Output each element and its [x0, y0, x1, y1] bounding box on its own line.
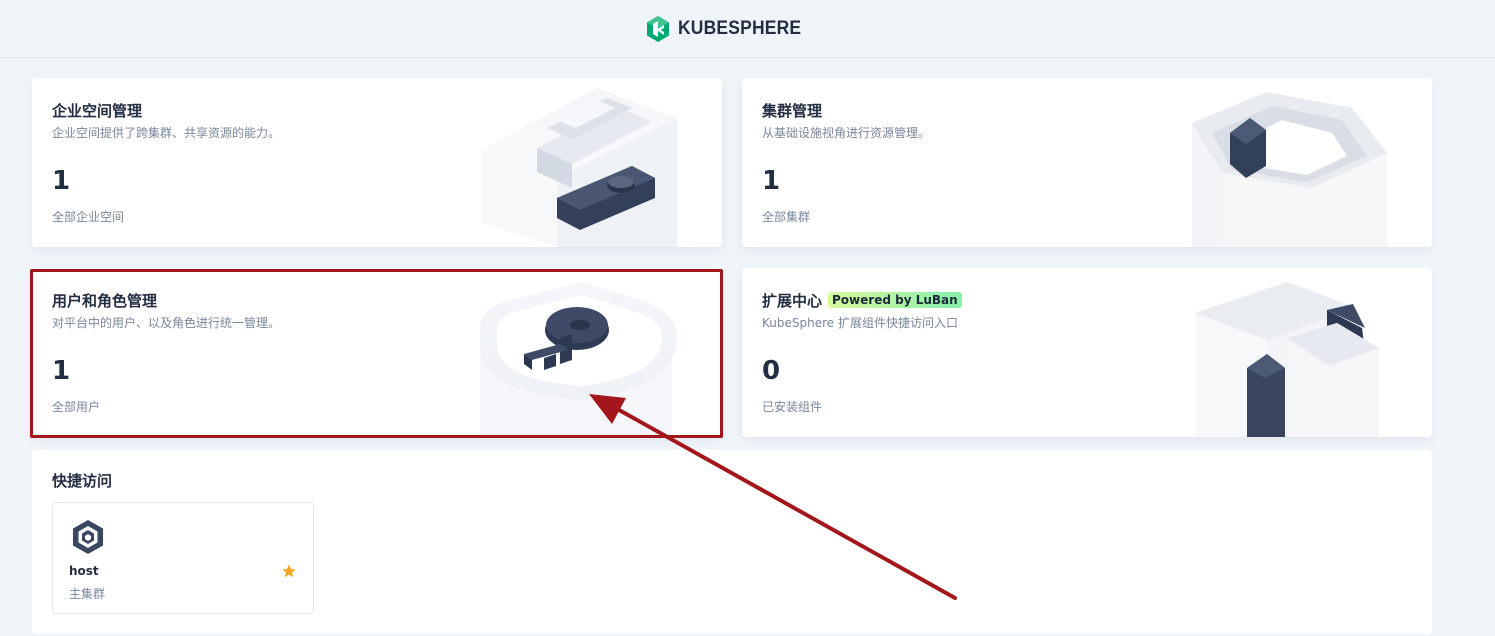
extension-count: 0 [762, 356, 781, 386]
favorite-star-icon[interactable] [281, 563, 297, 579]
cluster-tile-host[interactable]: host 主集群 [52, 502, 314, 614]
extension-center-card[interactable]: 扩展中心 Powered by LuBan KubeSphere 扩展组件快捷访问… [742, 268, 1432, 437]
extension-blocks-illustration [1195, 282, 1379, 437]
user-role-management-card[interactable]: 用户和角色管理 对平台中的用户、以及角色进行统一管理。 1 全部用户 [32, 268, 722, 437]
card-description: KubeSphere 扩展组件快捷访问入口 [762, 316, 958, 330]
user-shield-illustration [480, 282, 677, 437]
workspace-count: 1 [52, 166, 71, 196]
quick-access-panel: 快捷访问 host 主集群 [32, 450, 1432, 634]
card-description: 从基础设施视角进行资源管理。 [762, 126, 931, 140]
cluster-name: host [69, 564, 99, 578]
quick-access-title: 快捷访问 [52, 472, 113, 490]
cluster-management-card[interactable]: 集群管理 从基础设施视角进行资源管理。 1 全部集群 [742, 78, 1432, 247]
card-title-text: 扩展中心 [762, 292, 823, 310]
count-label: 已安装组件 [762, 400, 823, 414]
user-count: 1 [52, 356, 71, 386]
brand-name: KUBESPHERE [677, 17, 801, 39]
count-label: 全部用户 [52, 400, 101, 414]
cluster-role: 主集群 [69, 587, 106, 601]
powered-by-badge: Powered by LuBan [828, 292, 962, 308]
workspace-management-card[interactable]: 企业空间管理 企业空间提供了跨集群、共享资源的能力。 1 全部企业空间 [32, 78, 722, 247]
card-description: 对平台中的用户、以及角色进行统一管理。 [52, 316, 281, 330]
card-description: 企业空间提供了跨集群、共享资源的能力。 [52, 126, 281, 140]
count-label: 全部企业空间 [52, 210, 125, 224]
cluster-count: 1 [762, 166, 781, 196]
kubesphere-logo-icon [646, 15, 669, 42]
top-header: KUBESPHERE [0, 0, 1495, 58]
count-label: 全部集群 [762, 210, 811, 224]
brand-logo[interactable]: KUBESPHERE [646, 15, 812, 43]
workspace-illustration [482, 88, 677, 247]
cluster-icon [73, 520, 103, 554]
cluster-illustration [1192, 92, 1387, 247]
card-title: 集群管理 [762, 102, 823, 120]
card-title: 企业空间管理 [52, 102, 143, 120]
card-title: 扩展中心 Powered by LuBan [762, 290, 962, 311]
card-title: 用户和角色管理 [52, 292, 158, 310]
